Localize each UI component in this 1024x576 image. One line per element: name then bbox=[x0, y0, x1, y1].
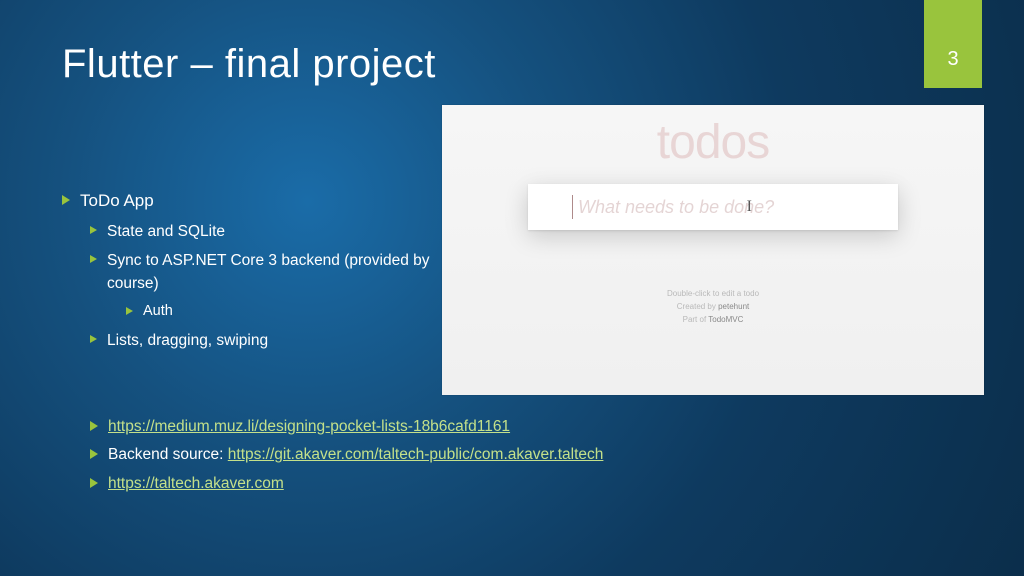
triangle-icon bbox=[90, 255, 97, 263]
bullet-l1: ToDo App bbox=[62, 188, 432, 214]
slide: 3 Flutter – final project ToDo App State… bbox=[0, 0, 1024, 576]
link-row: Backend source: https://git.akaver.com/t… bbox=[108, 442, 603, 468]
footer-line: Created by petehunt bbox=[442, 301, 984, 314]
todo-input[interactable]: What needs to be done? I bbox=[528, 184, 898, 230]
triangle-icon bbox=[90, 478, 98, 488]
link-item: Backend source: https://git.akaver.com/t… bbox=[90, 442, 970, 468]
link-item: https://taltech.akaver.com bbox=[90, 471, 970, 497]
page-number-badge: 3 bbox=[924, 0, 982, 88]
bullet-text: State and SQLite bbox=[107, 220, 225, 243]
bullet-text: Auth bbox=[143, 301, 173, 323]
todos-logo: todos bbox=[442, 115, 984, 170]
link-medium[interactable]: https://medium.muz.li/designing-pocket-l… bbox=[108, 414, 510, 440]
bullet-text: ToDo App bbox=[80, 188, 154, 214]
footer-line: Double-click to edit a todo bbox=[442, 288, 984, 301]
link-item: https://medium.muz.li/designing-pocket-l… bbox=[90, 414, 970, 440]
bullet-l2: Lists, dragging, swiping bbox=[90, 329, 432, 352]
text-caret-icon bbox=[572, 195, 573, 219]
triangle-icon bbox=[90, 335, 97, 343]
link-list: https://medium.muz.li/designing-pocket-l… bbox=[90, 414, 970, 499]
link-backend-source[interactable]: https://git.akaver.com/taltech-public/co… bbox=[228, 446, 604, 463]
triangle-icon bbox=[62, 195, 70, 205]
bullet-text: Lists, dragging, swiping bbox=[107, 329, 268, 352]
bullet-l2: Sync to ASP.NET Core 3 backend (provided… bbox=[90, 249, 432, 296]
triangle-icon bbox=[126, 307, 133, 315]
triangle-icon bbox=[90, 449, 98, 459]
footer-line: Part of TodoMVC bbox=[442, 314, 984, 327]
link-prefix: Backend source: bbox=[108, 446, 228, 463]
todos-footer: Double-click to edit a todo Created by p… bbox=[442, 288, 984, 326]
ibeam-cursor-icon: I bbox=[747, 198, 752, 216]
triangle-icon bbox=[90, 226, 97, 234]
link-taltech[interactable]: https://taltech.akaver.com bbox=[108, 471, 284, 497]
bullet-l2: State and SQLite bbox=[90, 220, 432, 243]
footer-author: petehunt bbox=[718, 302, 749, 311]
triangle-icon bbox=[90, 421, 98, 431]
bullet-text: Sync to ASP.NET Core 3 backend (provided… bbox=[107, 249, 432, 296]
todo-input-placeholder: What needs to be done? bbox=[578, 197, 774, 218]
todos-app-screenshot: todos What needs to be done? I Double-cl… bbox=[442, 105, 984, 395]
bullet-l3: Auth bbox=[126, 301, 432, 323]
slide-title: Flutter – final project bbox=[62, 42, 436, 87]
content-bullets: ToDo App State and SQLite Sync to ASP.NE… bbox=[62, 188, 432, 358]
footer-text: Part of bbox=[683, 315, 709, 324]
footer-text: Created by bbox=[677, 302, 718, 311]
footer-project: TodoMVC bbox=[708, 315, 743, 324]
page-number: 3 bbox=[947, 48, 958, 71]
